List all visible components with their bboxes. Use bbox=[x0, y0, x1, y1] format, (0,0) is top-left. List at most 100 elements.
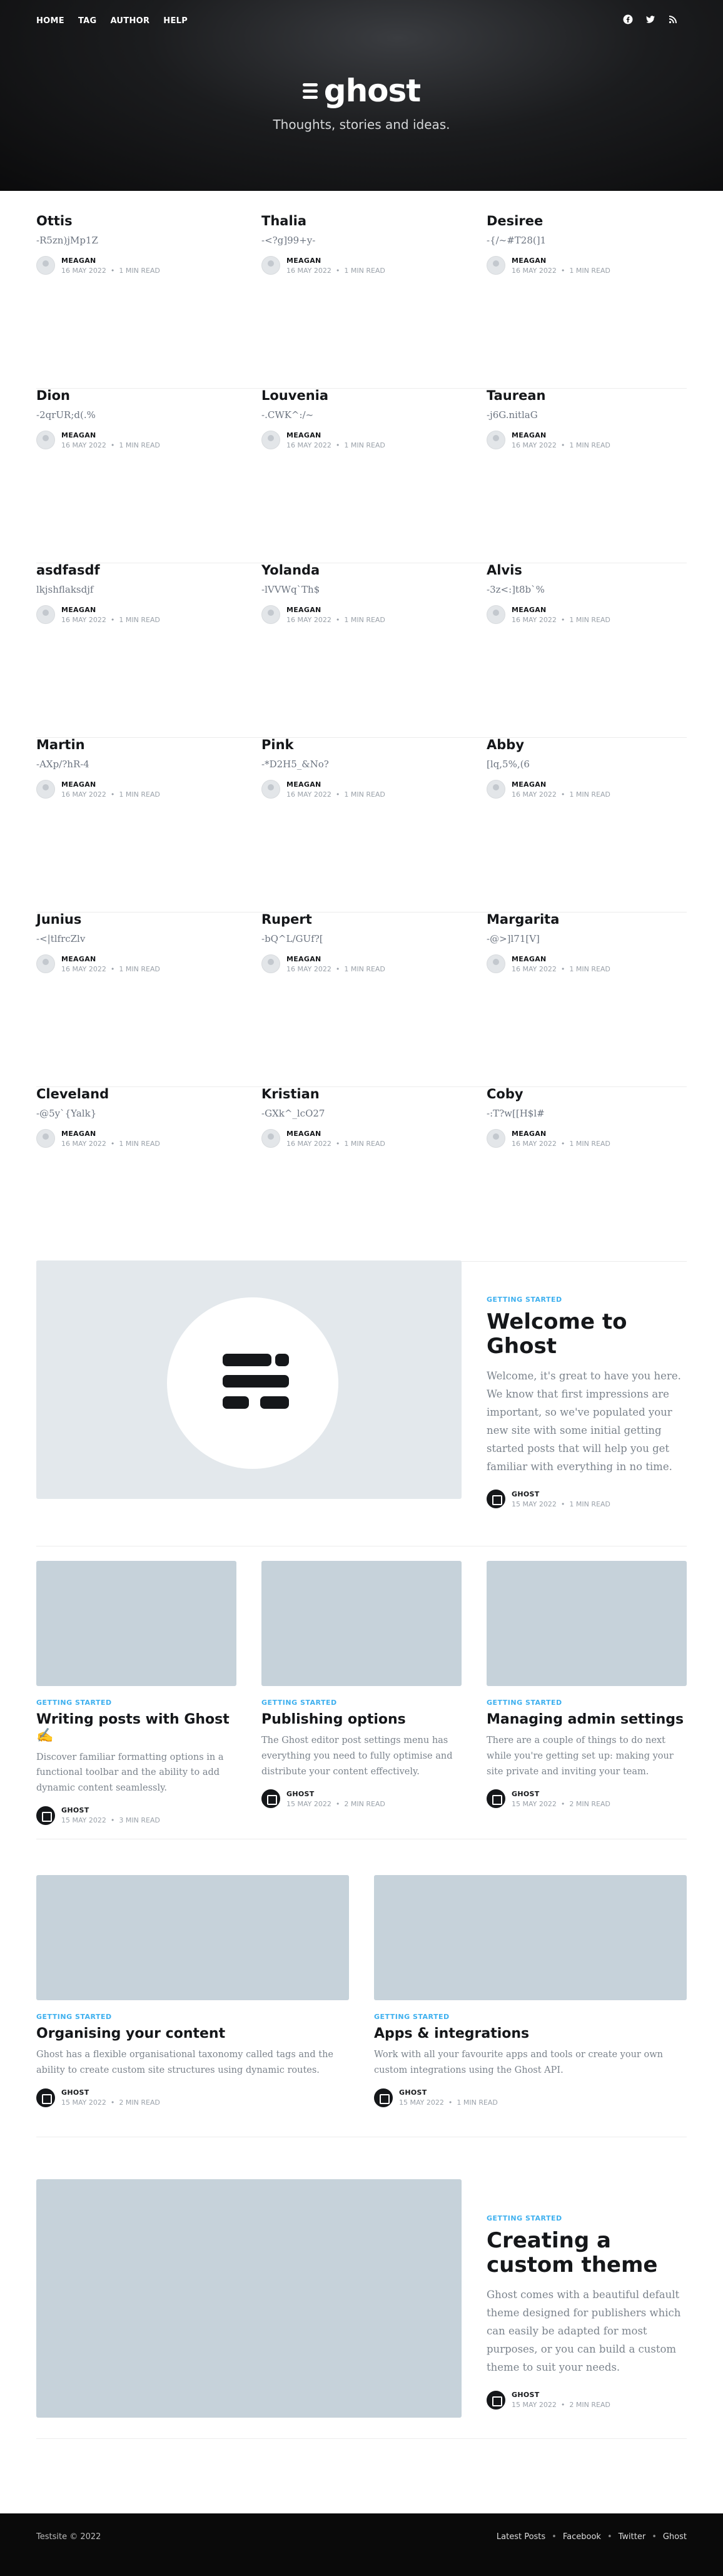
author-avatar[interactable] bbox=[487, 1789, 505, 1809]
last-post-image[interactable] bbox=[36, 2179, 462, 2418]
post-card[interactable]: Desiree -{/~#T28(]1 MEAGAN 16 MAY 2022 •… bbox=[487, 213, 687, 275]
post-title[interactable]: Alvis bbox=[487, 563, 687, 578]
author-name[interactable]: MEAGAN bbox=[512, 431, 610, 439]
author-avatar[interactable] bbox=[487, 1129, 505, 1148]
author-name[interactable]: GHOST bbox=[512, 2391, 610, 2399]
author-name[interactable]: MEAGAN bbox=[512, 606, 610, 614]
author-name[interactable]: MEAGAN bbox=[61, 431, 160, 439]
post-title[interactable]: asdfasdf bbox=[36, 563, 236, 578]
nav-home[interactable]: HOME bbox=[36, 16, 64, 26]
author-name[interactable]: GHOST bbox=[61, 1806, 160, 1814]
author-name[interactable]: GHOST bbox=[286, 1790, 385, 1798]
post-title[interactable]: Coby bbox=[487, 1086, 687, 1101]
featured-post[interactable]: GETTING STARTED Welcome to Ghost Welcome… bbox=[487, 1296, 687, 1509]
post-title[interactable]: Organising your content bbox=[36, 2026, 349, 2042]
post-title[interactable]: Publishing options bbox=[261, 1712, 462, 1728]
rss-icon[interactable] bbox=[668, 14, 678, 24]
author-name[interactable]: GHOST bbox=[512, 1490, 610, 1498]
post-image[interactable] bbox=[487, 1561, 687, 1686]
author-avatar[interactable] bbox=[36, 954, 55, 974]
post-title[interactable]: Yolanda bbox=[261, 563, 462, 578]
post-tag[interactable]: GETTING STARTED bbox=[261, 1699, 462, 1707]
author-avatar[interactable] bbox=[487, 431, 505, 450]
post-image[interactable] bbox=[36, 1875, 349, 2000]
author-name[interactable]: MEAGAN bbox=[286, 780, 385, 789]
author-avatar[interactable] bbox=[261, 431, 280, 450]
post-title[interactable]: Writing posts with Ghost ✍️ bbox=[36, 1712, 236, 1745]
post-title[interactable]: Junius bbox=[36, 912, 236, 927]
post-tag[interactable]: GETTING STARTED bbox=[36, 1699, 236, 1707]
post-card[interactable]: GETTING STARTED Organising your content … bbox=[36, 1875, 349, 2107]
author-avatar[interactable] bbox=[261, 605, 280, 625]
post-title[interactable]: Martin bbox=[36, 737, 236, 752]
post-title[interactable]: Desiree bbox=[487, 213, 687, 228]
author-avatar[interactable] bbox=[36, 256, 55, 275]
post-tag[interactable]: GETTING STARTED bbox=[374, 2013, 687, 2021]
author-avatar[interactable] bbox=[36, 1129, 55, 1148]
post-card[interactable]: Coby -:T?w[[H$l# MEAGAN 16 MAY 2022 • 1 … bbox=[487, 1086, 687, 1148]
footer-link-twitter[interactable]: Twitter bbox=[619, 2532, 646, 2542]
author-name[interactable]: MEAGAN bbox=[286, 606, 385, 614]
post-card[interactable]: Junius -<|tlfrcZlv MEAGAN 16 MAY 2022 • … bbox=[36, 912, 236, 974]
author-name[interactable]: GHOST bbox=[61, 2088, 160, 2097]
post-card[interactable]: GETTING STARTED Apps & integrations Work… bbox=[374, 1875, 687, 2107]
post-title[interactable]: Abby bbox=[487, 737, 687, 752]
author-name[interactable]: MEAGAN bbox=[512, 1130, 610, 1138]
post-tag[interactable]: GETTING STARTED bbox=[36, 2013, 349, 2021]
post-card[interactable]: Thalia -<?g]99+y- MEAGAN 16 MAY 2022 • 1… bbox=[261, 213, 462, 275]
post-title[interactable]: Welcome to Ghost bbox=[487, 1309, 687, 1359]
post-card[interactable]: Martin -AXp/?hR-4 MEAGAN 16 MAY 2022 • 1… bbox=[36, 737, 236, 799]
post-title[interactable]: Dion bbox=[36, 388, 236, 403]
author-avatar[interactable] bbox=[374, 2088, 393, 2107]
author-avatar[interactable] bbox=[261, 256, 280, 275]
author-avatar[interactable] bbox=[261, 1129, 280, 1148]
author-avatar[interactable] bbox=[36, 780, 55, 799]
post-card[interactable]: Dion -2qrUR;d(.% MEAGAN 16 MAY 2022 • 1 … bbox=[36, 388, 236, 450]
author-avatar[interactable] bbox=[36, 605, 55, 625]
post-tag[interactable]: GETTING STARTED bbox=[487, 1699, 687, 1707]
site-logo[interactable]: ghost bbox=[0, 75, 723, 106]
author-name[interactable]: MEAGAN bbox=[512, 257, 610, 265]
author-avatar[interactable] bbox=[261, 954, 280, 974]
author-name[interactable]: MEAGAN bbox=[61, 1130, 160, 1138]
post-title[interactable]: Cleveland bbox=[36, 1086, 236, 1101]
author-avatar[interactable] bbox=[487, 1490, 505, 1509]
author-avatar[interactable] bbox=[487, 2390, 505, 2410]
author-avatar[interactable] bbox=[36, 1806, 55, 1825]
post-card[interactable]: Rupert -bQ^L/GUf?[ MEAGAN 16 MAY 2022 • … bbox=[261, 912, 462, 974]
author-name[interactable]: MEAGAN bbox=[512, 780, 610, 789]
post-card[interactable]: GETTING STARTED Publishing options The G… bbox=[261, 1561, 462, 1809]
footer-link-ghost[interactable]: Ghost bbox=[663, 2532, 687, 2542]
post-title[interactable]: Kristian bbox=[261, 1086, 462, 1101]
post-title[interactable]: Thalia bbox=[261, 213, 462, 228]
author-name[interactable]: MEAGAN bbox=[61, 257, 160, 265]
post-title[interactable]: Louvenia bbox=[261, 388, 462, 403]
author-name[interactable]: MEAGAN bbox=[286, 431, 385, 439]
featured-image[interactable] bbox=[36, 1260, 462, 1499]
author-name[interactable]: MEAGAN bbox=[286, 955, 385, 963]
post-card[interactable]: GETTING STARTED Managing admin settings … bbox=[487, 1561, 687, 1809]
post-title[interactable]: Managing admin settings bbox=[487, 1712, 687, 1728]
post-card[interactable]: Alvis -3z<:]t8b`% MEAGAN 16 MAY 2022 • 1… bbox=[487, 563, 687, 625]
footer-link-latest[interactable]: Latest Posts bbox=[497, 2532, 545, 2542]
post-title[interactable]: Apps & integrations bbox=[374, 2026, 687, 2042]
post-card[interactable]: GETTING STARTED Writing posts with Ghost… bbox=[36, 1561, 236, 1825]
nav-tag[interactable]: TAG bbox=[78, 16, 97, 26]
post-card[interactable]: Taurean -j6G.nitlaG MEAGAN 16 MAY 2022 •… bbox=[487, 388, 687, 450]
author-name[interactable]: MEAGAN bbox=[286, 257, 385, 265]
post-title[interactable]: Creating a custom theme bbox=[487, 2228, 687, 2277]
author-name[interactable]: MEAGAN bbox=[61, 780, 160, 789]
post-tag[interactable]: GETTING STARTED bbox=[487, 2214, 687, 2222]
author-avatar[interactable] bbox=[487, 954, 505, 974]
post-card[interactable]: Louvenia -.CWK^:/~ MEAGAN 16 MAY 2022 • … bbox=[261, 388, 462, 450]
post-tag[interactable]: GETTING STARTED bbox=[487, 1296, 687, 1304]
post-card[interactable]: Pink -*D2H5_&No? MEAGAN 16 MAY 2022 • 1 … bbox=[261, 737, 462, 799]
author-avatar[interactable] bbox=[261, 780, 280, 799]
author-name[interactable]: MEAGAN bbox=[286, 1130, 385, 1138]
author-avatar[interactable] bbox=[36, 431, 55, 450]
post-card[interactable]: Ottis -R5zn)jMp1Z MEAGAN 16 MAY 2022 • 1… bbox=[36, 213, 236, 275]
author-name[interactable]: MEAGAN bbox=[61, 606, 160, 614]
author-avatar[interactable] bbox=[36, 2088, 55, 2107]
post-card[interactable]: Kristian -GXk^_lcO27 MEAGAN 16 MAY 2022 … bbox=[261, 1086, 462, 1148]
author-avatar[interactable] bbox=[261, 1789, 280, 1809]
